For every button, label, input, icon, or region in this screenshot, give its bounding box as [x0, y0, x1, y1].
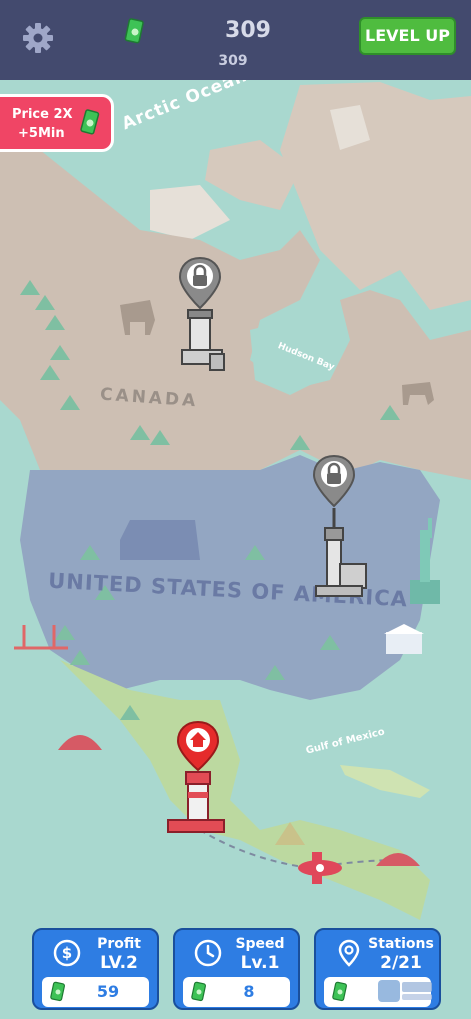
tower-icon	[181, 309, 225, 371]
money-counter: 309	[225, 18, 271, 43]
world-map	[0, 80, 471, 1019]
money-rate: 309	[218, 53, 248, 69]
station-canada-locked[interactable]	[174, 254, 230, 374]
svg-text:$: $	[62, 944, 72, 962]
cash-icon	[124, 18, 146, 46]
clock-icon	[193, 938, 223, 968]
speed-title: Speed	[235, 936, 285, 952]
profit-cost-value: 59	[96, 982, 120, 1001]
cash-icon	[191, 981, 207, 1003]
speed-cost: 8	[183, 977, 290, 1007]
price-boost-multiplier: Price 2X	[12, 107, 73, 122]
stations-count: 2/21	[380, 953, 422, 973]
location-pin-icon	[334, 938, 364, 968]
tower-icon	[167, 771, 225, 833]
speed-upgrade-button[interactable]: Speed Lv.1 8	[173, 928, 300, 1010]
profit-upgrade-button[interactable]: $ Profit LV.2 59	[32, 928, 159, 1010]
dollar-icon: $	[52, 938, 82, 968]
settings-button[interactable]	[22, 22, 54, 54]
cash-icon	[50, 981, 66, 1003]
stations-title: Stations	[368, 936, 434, 952]
gear-icon	[23, 23, 53, 53]
price-boost-button[interactable]: Price 2X +5Min	[0, 94, 114, 152]
cash-icon	[80, 108, 100, 138]
tower-icon	[315, 508, 367, 597]
profit-cost: 59	[42, 977, 149, 1007]
profit-level: LV.2	[100, 953, 138, 973]
station-mexico-active[interactable]	[164, 720, 228, 842]
speed-cost-value: 8	[243, 982, 255, 1001]
top-bar: 309 309 LEVEL UP	[0, 0, 471, 80]
cash-icon	[332, 981, 348, 1003]
profit-title: Profit	[97, 936, 141, 952]
price-boost-duration: +5Min	[18, 126, 65, 141]
station-toronto-locked[interactable]	[310, 452, 370, 602]
watermark-logo	[378, 978, 434, 1006]
level-up-button[interactable]: LEVEL UP	[359, 17, 456, 55]
speed-level: Lv.1	[240, 953, 280, 973]
